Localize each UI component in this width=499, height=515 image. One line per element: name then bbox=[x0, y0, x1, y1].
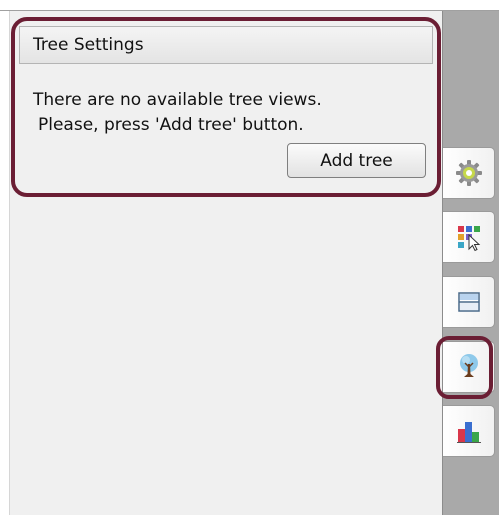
tab-settings[interactable] bbox=[443, 147, 495, 199]
add-tree-button[interactable]: Add tree bbox=[287, 143, 426, 178]
gear-icon bbox=[454, 158, 484, 188]
empty-message-line-1: There are no available tree views. bbox=[33, 90, 322, 110]
tree-settings-title: Tree Settings bbox=[33, 35, 144, 55]
tree-settings-header: Tree Settings bbox=[19, 26, 433, 64]
grid-cursor-icon bbox=[454, 222, 484, 252]
panels-icon bbox=[454, 287, 484, 317]
tab-panels[interactable] bbox=[443, 276, 495, 328]
top-border bbox=[0, 0, 499, 11]
tab-chart[interactable] bbox=[443, 405, 495, 457]
bar-chart-icon bbox=[454, 416, 484, 446]
tab-tree[interactable] bbox=[443, 341, 495, 393]
tree-settings-panel: Tree Settings There are no available tre… bbox=[19, 26, 433, 184]
tab-layout[interactable] bbox=[443, 211, 495, 263]
tree-icon bbox=[454, 352, 484, 382]
empty-message-line-2: Please, press 'Add tree' button. bbox=[38, 115, 304, 135]
